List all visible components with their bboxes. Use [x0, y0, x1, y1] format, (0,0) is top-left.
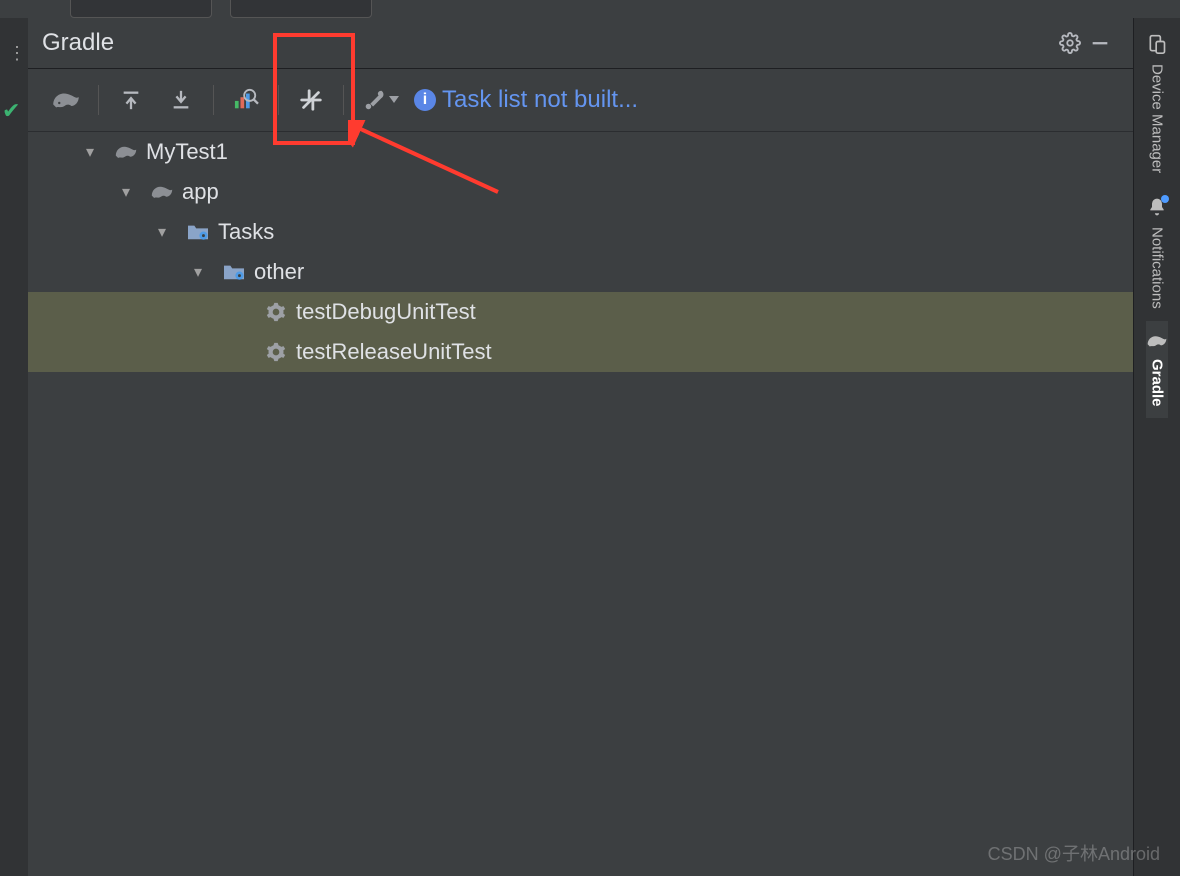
chevron-down-icon[interactable]: ▾: [122, 182, 142, 202]
chevron-down-icon[interactable]: ▾: [86, 142, 106, 162]
tree-node-label: MyTest1: [146, 139, 228, 165]
panel-title: Gradle: [42, 29, 1059, 57]
notifications-tab[interactable]: Notifications: [1147, 185, 1167, 321]
build-tool-settings-button[interactable]: [352, 80, 408, 120]
tree-node-module[interactable]: ▾ app: [28, 172, 1133, 212]
toolbar-separator: [278, 85, 279, 115]
toggle-offline-button[interactable]: [287, 80, 335, 120]
rail-label: Notifications: [1149, 227, 1166, 309]
toolbar-fragment-box: [230, 0, 372, 18]
gradle-tree: ▾ MyTest1 ▾ app ▾ Tasks ▾: [28, 132, 1133, 876]
gear-icon: [264, 302, 288, 322]
tree-node-project[interactable]: ▾ MyTest1: [28, 132, 1133, 172]
bell-icon: [1147, 197, 1167, 217]
tree-node-label: other: [254, 259, 304, 285]
info-icon: i: [414, 89, 436, 111]
tree-node-tasks-group[interactable]: ▾ Tasks: [28, 212, 1133, 252]
gradle-tab[interactable]: Gradle: [1146, 321, 1168, 419]
tree-node-task[interactable]: testDebugUnitTest: [28, 292, 1133, 332]
panel-title-bar: Gradle: [28, 18, 1133, 69]
toolbar-fragment-box: [70, 0, 212, 18]
analyze-build-button[interactable]: [222, 80, 270, 120]
collapse-all-button[interactable]: [157, 80, 205, 120]
gradle-toolbar: i Task list not built...: [28, 69, 1133, 132]
elephant-icon: [150, 183, 174, 201]
toolbar-separator: [98, 85, 99, 115]
status-check-icon: ✔: [2, 98, 20, 124]
tree-node-label: Tasks: [218, 219, 274, 245]
folder-gear-icon: [186, 222, 210, 242]
devices-icon: [1147, 34, 1167, 54]
task-list-status-link[interactable]: i Task list not built...: [414, 86, 638, 114]
tree-node-label: app: [182, 179, 219, 205]
folder-gear-icon: [222, 262, 246, 282]
right-tool-rail: Device Manager Notifications Gradle: [1133, 18, 1180, 876]
settings-button[interactable]: [1059, 32, 1089, 54]
top-toolbar-fragment: [0, 0, 1180, 19]
toolbar-separator: [213, 85, 214, 115]
chevron-down-icon[interactable]: ▾: [158, 222, 178, 242]
device-manager-tab[interactable]: Device Manager: [1147, 22, 1167, 185]
task-list-status-text: Task list not built...: [442, 86, 638, 114]
gear-icon: [264, 342, 288, 362]
toolbar-separator: [343, 85, 344, 115]
tree-node-task[interactable]: testReleaseUnitTest: [28, 332, 1133, 372]
left-tool-gutter: ⋮ ✔: [0, 18, 29, 876]
elephant-icon: [1146, 333, 1168, 349]
minimize-button[interactable]: [1089, 32, 1119, 54]
gradle-panel: Gradle: [28, 18, 1134, 876]
tree-node-label: testDebugUnitTest: [296, 299, 476, 325]
tree-node-other-group[interactable]: ▾ other: [28, 252, 1133, 292]
chevron-down-icon[interactable]: ▾: [194, 262, 214, 282]
rail-label: Gradle: [1149, 359, 1166, 407]
expand-all-button[interactable]: [107, 80, 155, 120]
tree-node-label: testReleaseUnitTest: [296, 339, 492, 365]
gradle-refresh-button[interactable]: [42, 80, 90, 120]
rail-label: Device Manager: [1149, 64, 1166, 173]
elephant-icon: [114, 143, 138, 161]
reorder-handle-icon[interactable]: ⋮: [8, 43, 28, 64]
